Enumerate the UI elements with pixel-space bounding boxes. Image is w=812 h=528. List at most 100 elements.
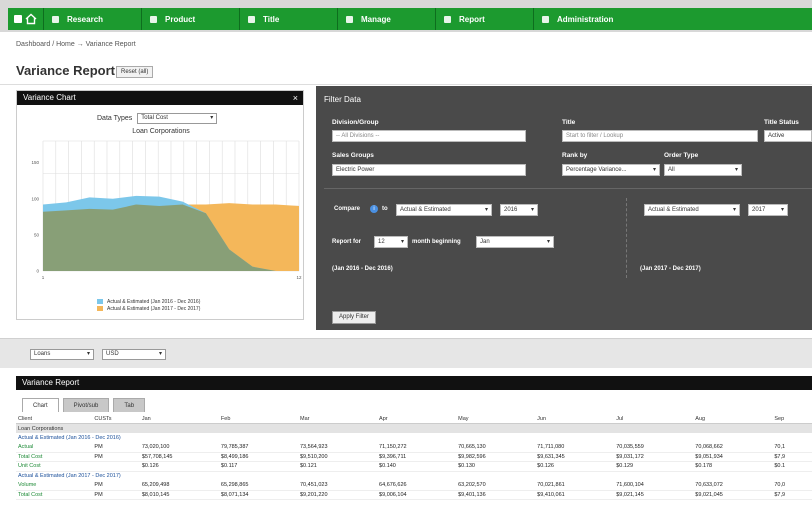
column-header[interactable]: Feb xyxy=(218,414,298,424)
toolbar-strip: Loans ▾ USD ▾ xyxy=(0,338,812,368)
table-cell[interactable]: Volume xyxy=(16,481,92,491)
months-value: 12 xyxy=(378,239,385,245)
table-cell: 70,451,023 xyxy=(299,482,328,488)
title-input[interactable]: Start to filter / Lookup xyxy=(562,130,758,142)
nav-item-research[interactable]: Research xyxy=(44,8,142,30)
table-cell: $9,631,345 xyxy=(537,453,565,460)
chevron-down-icon: ▾ xyxy=(780,207,784,213)
months-select[interactable]: 12 ▾ xyxy=(374,236,408,248)
table-group-row: Loan Corporations xyxy=(16,423,812,433)
begin-month-select[interactable]: Jan ▾ xyxy=(476,236,554,248)
tab-pivot[interactable]: Pivot/sub xyxy=(62,398,110,412)
currency-value: USD xyxy=(106,351,119,357)
table-cell: $9,396,711 xyxy=(379,453,407,460)
compare-year-1-value: 2016 xyxy=(504,207,518,213)
data-types-select[interactable]: Total Cost ▾ xyxy=(137,113,218,124)
table-cell[interactable]: Total Cost xyxy=(16,490,92,500)
compare-label: Compare xyxy=(334,206,361,212)
nav-item-label: Report xyxy=(459,14,485,24)
table-cell: $8,071,134 xyxy=(220,491,249,498)
column-header[interactable]: Client xyxy=(16,414,93,424)
order-type-select[interactable]: All ▾ xyxy=(664,164,742,176)
nav-item-manage[interactable]: Manage xyxy=(338,8,436,30)
nav-item-report[interactable]: Report xyxy=(436,8,534,30)
compare-year-2-select[interactable]: 2017 ▾ xyxy=(748,204,788,216)
compare-source-2-value: Actual & Estimated xyxy=(648,207,699,213)
table-cell: $0.121 xyxy=(299,463,317,470)
y-tick-label: 50 xyxy=(34,232,40,237)
info-icon[interactable]: i xyxy=(370,205,378,213)
filter-panel: Filter Data Division/Group -- All Divisi… xyxy=(316,86,812,330)
nav-bullet-icon xyxy=(346,15,353,23)
month-beginning-label: month beginning xyxy=(412,239,461,245)
table-cell: Actual & Estimated (Jan 2016 - Dec 2016) xyxy=(18,434,121,441)
nav-item-label: Product xyxy=(165,14,196,24)
compare-year-1-select[interactable]: 2016 ▾ xyxy=(500,204,538,216)
table-cell: 73,020,100 xyxy=(141,444,170,450)
division-label: Division/Group xyxy=(332,119,379,126)
column-header[interactable]: CUSTs xyxy=(92,414,140,424)
column-header[interactable]: Jan xyxy=(139,414,219,424)
division-input[interactable]: -- All Divisions -- xyxy=(332,130,526,142)
table-header-row: Client CUSTs Jan Feb Mar Apr May Jun Jul Aug Sep xyxy=(16,414,812,424)
loans-select[interactable]: Loans ▾ xyxy=(30,349,94,360)
column-header[interactable]: Aug xyxy=(693,414,773,424)
tab-chart[interactable]: Chart xyxy=(22,398,59,412)
chevron-down-icon: ▾ xyxy=(86,351,90,357)
order-type-label: Order Type xyxy=(664,152,699,159)
page-title: Variance Report xyxy=(16,63,115,78)
title-status-select[interactable]: Active xyxy=(764,130,812,142)
compare-source-2-select[interactable]: Actual & Estimated ▾ xyxy=(644,204,740,216)
chevron-down-icon: ▾ xyxy=(652,167,656,173)
table-cell[interactable]: Unit Cost xyxy=(16,462,92,472)
nav-item-product[interactable]: Product xyxy=(142,8,240,30)
close-icon[interactable]: × xyxy=(293,91,298,105)
variance-chart-header: Variance Chart × xyxy=(17,91,303,105)
table-cell[interactable]: Actual xyxy=(16,443,92,453)
table-cell: $9,051,934 xyxy=(695,453,723,460)
sales-groups-input[interactable]: Electric Power xyxy=(332,164,526,176)
table-cell[interactable]: Total Cost xyxy=(16,452,92,462)
nav-item-label: Administration xyxy=(557,14,614,24)
filter-divider xyxy=(324,188,812,189)
table-cell: PM xyxy=(94,444,103,450)
table-cell: PM xyxy=(94,482,103,488)
table-cell: $9,031,172 xyxy=(616,453,644,460)
reset-all-button[interactable]: Reset (all) xyxy=(116,66,154,78)
compare-source-1-select[interactable]: Actual & Estimated ▾ xyxy=(396,204,492,216)
begin-month-value: Jan xyxy=(480,239,490,245)
table-row: Volume PM 65,209,498 65,298,865 70,451,023 64… xyxy=(16,481,812,491)
currency-select[interactable]: USD ▾ xyxy=(102,349,166,360)
y-tick-label: 0 xyxy=(36,269,39,274)
chevron-down-icon: ▾ xyxy=(400,239,404,245)
column-header[interactable]: Jun xyxy=(535,414,615,424)
column-header[interactable]: May xyxy=(456,414,536,424)
column-header[interactable]: Mar xyxy=(297,414,378,424)
table-subgroup-row: Actual & Estimated (Jan 2017 - Dec 2017) xyxy=(16,471,812,481)
compare-to-label: to xyxy=(382,206,388,212)
table-cell: 71,150,272 xyxy=(379,444,407,450)
column-header[interactable]: Sep xyxy=(772,414,812,424)
nav-item-administration[interactable]: Administration xyxy=(534,8,812,30)
legend-label-2017: Actual & Estimated (Jan 2017 - Dec 2017) xyxy=(107,306,201,312)
variance-chart-panel: Variance Chart × Data Types Total Cost ▾ … xyxy=(16,90,304,320)
chevron-down-icon: ▾ xyxy=(210,115,214,121)
tab-tab[interactable]: Tab xyxy=(113,398,146,412)
column-header[interactable]: Jul xyxy=(614,414,694,424)
apply-filter-button[interactable]: Apply Filter xyxy=(332,311,377,324)
divider xyxy=(0,84,812,85)
table-cell: Loan Corporations xyxy=(16,423,812,433)
home-button[interactable] xyxy=(8,8,44,30)
order-type-value: All xyxy=(668,167,675,173)
table-cell: $0.140 xyxy=(379,463,396,470)
range-1-label: (Jan 2016 - Dec 2016) xyxy=(332,266,393,272)
table-cell: $0.126 xyxy=(141,463,159,470)
table-cell: $8,499,186 xyxy=(220,453,249,460)
nav-item-title[interactable]: Title xyxy=(240,8,338,30)
column-header[interactable]: Apr xyxy=(377,414,457,424)
title-status-label: Title Status xyxy=(764,119,799,126)
breadcrumb[interactable]: Dashboard / Home → Variance Report xyxy=(16,41,136,48)
table-cell: $57,708,145 xyxy=(141,453,173,460)
rank-by-select[interactable]: Percentage Variance... ▾ xyxy=(562,164,660,176)
table-cell: 64,676,626 xyxy=(379,482,407,488)
